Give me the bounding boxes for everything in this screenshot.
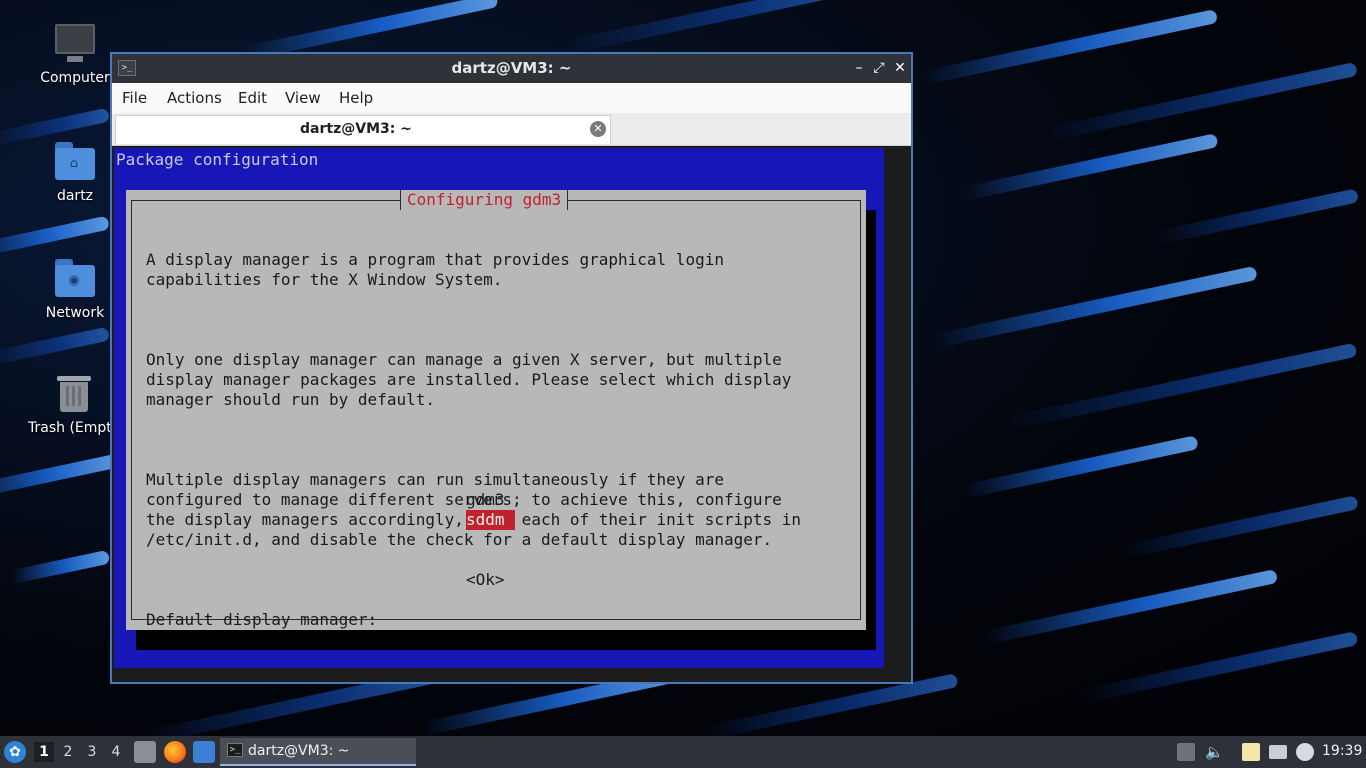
whiptail-background: Package configuration Configuring gdm3 A… — [114, 148, 884, 668]
lubuntu-logo-icon[interactable]: ✿ — [4, 741, 26, 763]
close-button[interactable]: ✕ — [891, 58, 909, 78]
dialog-paragraph: Only one display manager can manage a gi… — [146, 350, 792, 409]
option-gdm3[interactable]: gdm3 — [466, 490, 505, 510]
dialog-text: A display manager is a program that prov… — [146, 210, 801, 682]
desktop-icon-home[interactable]: ⌂ dartz — [29, 140, 121, 204]
desktop-icon-label: Network — [45, 305, 105, 321]
taskbar: ✿ 1 2 3 4 >_ dartz@VM3: ~ 🔈 19:39 — [0, 736, 1366, 768]
menu-edit[interactable]: Edit — [238, 89, 267, 107]
window-titlebar[interactable]: >_ dartz@VM3: ~ – ⤢ ✕ — [112, 54, 911, 83]
trash-icon — [52, 372, 96, 416]
terminal-icon: >_ — [227, 743, 243, 757]
clipboard-icon[interactable] — [1242, 743, 1260, 761]
menu-actions[interactable]: Actions — [167, 89, 222, 107]
maximize-button[interactable]: ⤢ — [870, 58, 888, 78]
menu-help[interactable]: Help — [339, 89, 373, 107]
notification-icon[interactable] — [1296, 743, 1314, 761]
desktop-icon-computer[interactable]: Computer — [29, 22, 121, 86]
terminal-window[interactable]: >_ dartz@VM3: ~ – ⤢ ✕ File Actions Edit … — [110, 52, 913, 684]
network-folder-icon: ◉ — [53, 257, 97, 301]
option-sddm[interactable]: sddm — [466, 510, 515, 530]
tab-close-icon[interactable]: ✕ — [590, 121, 606, 137]
clock[interactable]: 19:39 — [1322, 743, 1362, 759]
workspace-2[interactable]: 2 — [58, 742, 78, 762]
tab-bar: dartz@VM3: ~ ✕ — [112, 113, 911, 146]
desktop-icon-network[interactable]: ◉ Network — [29, 257, 121, 321]
task-label: dartz@VM3: ~ — [248, 743, 350, 759]
dialog-paragraph: A display manager is a program that prov… — [146, 250, 724, 289]
dialog-title: Configuring gdm3 — [400, 190, 569, 210]
update-notifier-icon[interactable] — [1177, 743, 1195, 761]
firefox-icon[interactable] — [164, 741, 186, 763]
menu-file[interactable]: File — [122, 89, 147, 107]
network-icon[interactable] — [1269, 745, 1287, 759]
tab-terminal[interactable]: dartz@VM3: ~ ✕ — [115, 115, 611, 144]
taskbar-task-terminal[interactable]: >_ dartz@VM3: ~ — [220, 738, 416, 766]
file-manager-icon[interactable] — [134, 741, 156, 763]
menu-view[interactable]: View — [285, 89, 321, 107]
dialog-prompt: Default display manager: — [146, 610, 378, 629]
desktop-icon-label: Trash (Empty) — [28, 420, 110, 436]
tab-label: dartz@VM3: ~ — [300, 121, 412, 137]
desktop-icon-label: dartz — [56, 188, 94, 204]
volume-icon[interactable]: 🔈 — [1205, 743, 1224, 761]
desktop-icon-trash[interactable]: Trash (Empty) — [22, 372, 110, 436]
workspace-4[interactable]: 4 — [106, 742, 126, 762]
ok-button[interactable]: <Ok> — [466, 570, 505, 590]
package-configuration-header: Package configuration — [116, 150, 319, 169]
terminal-content[interactable]: Package configuration Configuring gdm3 A… — [112, 146, 911, 682]
minimize-button[interactable]: – — [850, 58, 868, 78]
workspace-1[interactable]: 1 — [34, 742, 54, 762]
window-title: dartz@VM3: ~ — [451, 59, 572, 77]
config-dialog: Configuring gdm3 A display manager is a … — [126, 190, 866, 630]
show-desktop-icon[interactable] — [193, 741, 215, 763]
workspace-3[interactable]: 3 — [82, 742, 102, 762]
computer-icon — [53, 22, 97, 66]
menu-bar: File Actions Edit View Help — [112, 83, 911, 113]
home-folder-icon: ⌂ — [53, 140, 97, 184]
desktop-icon-label: Computer — [40, 70, 110, 86]
